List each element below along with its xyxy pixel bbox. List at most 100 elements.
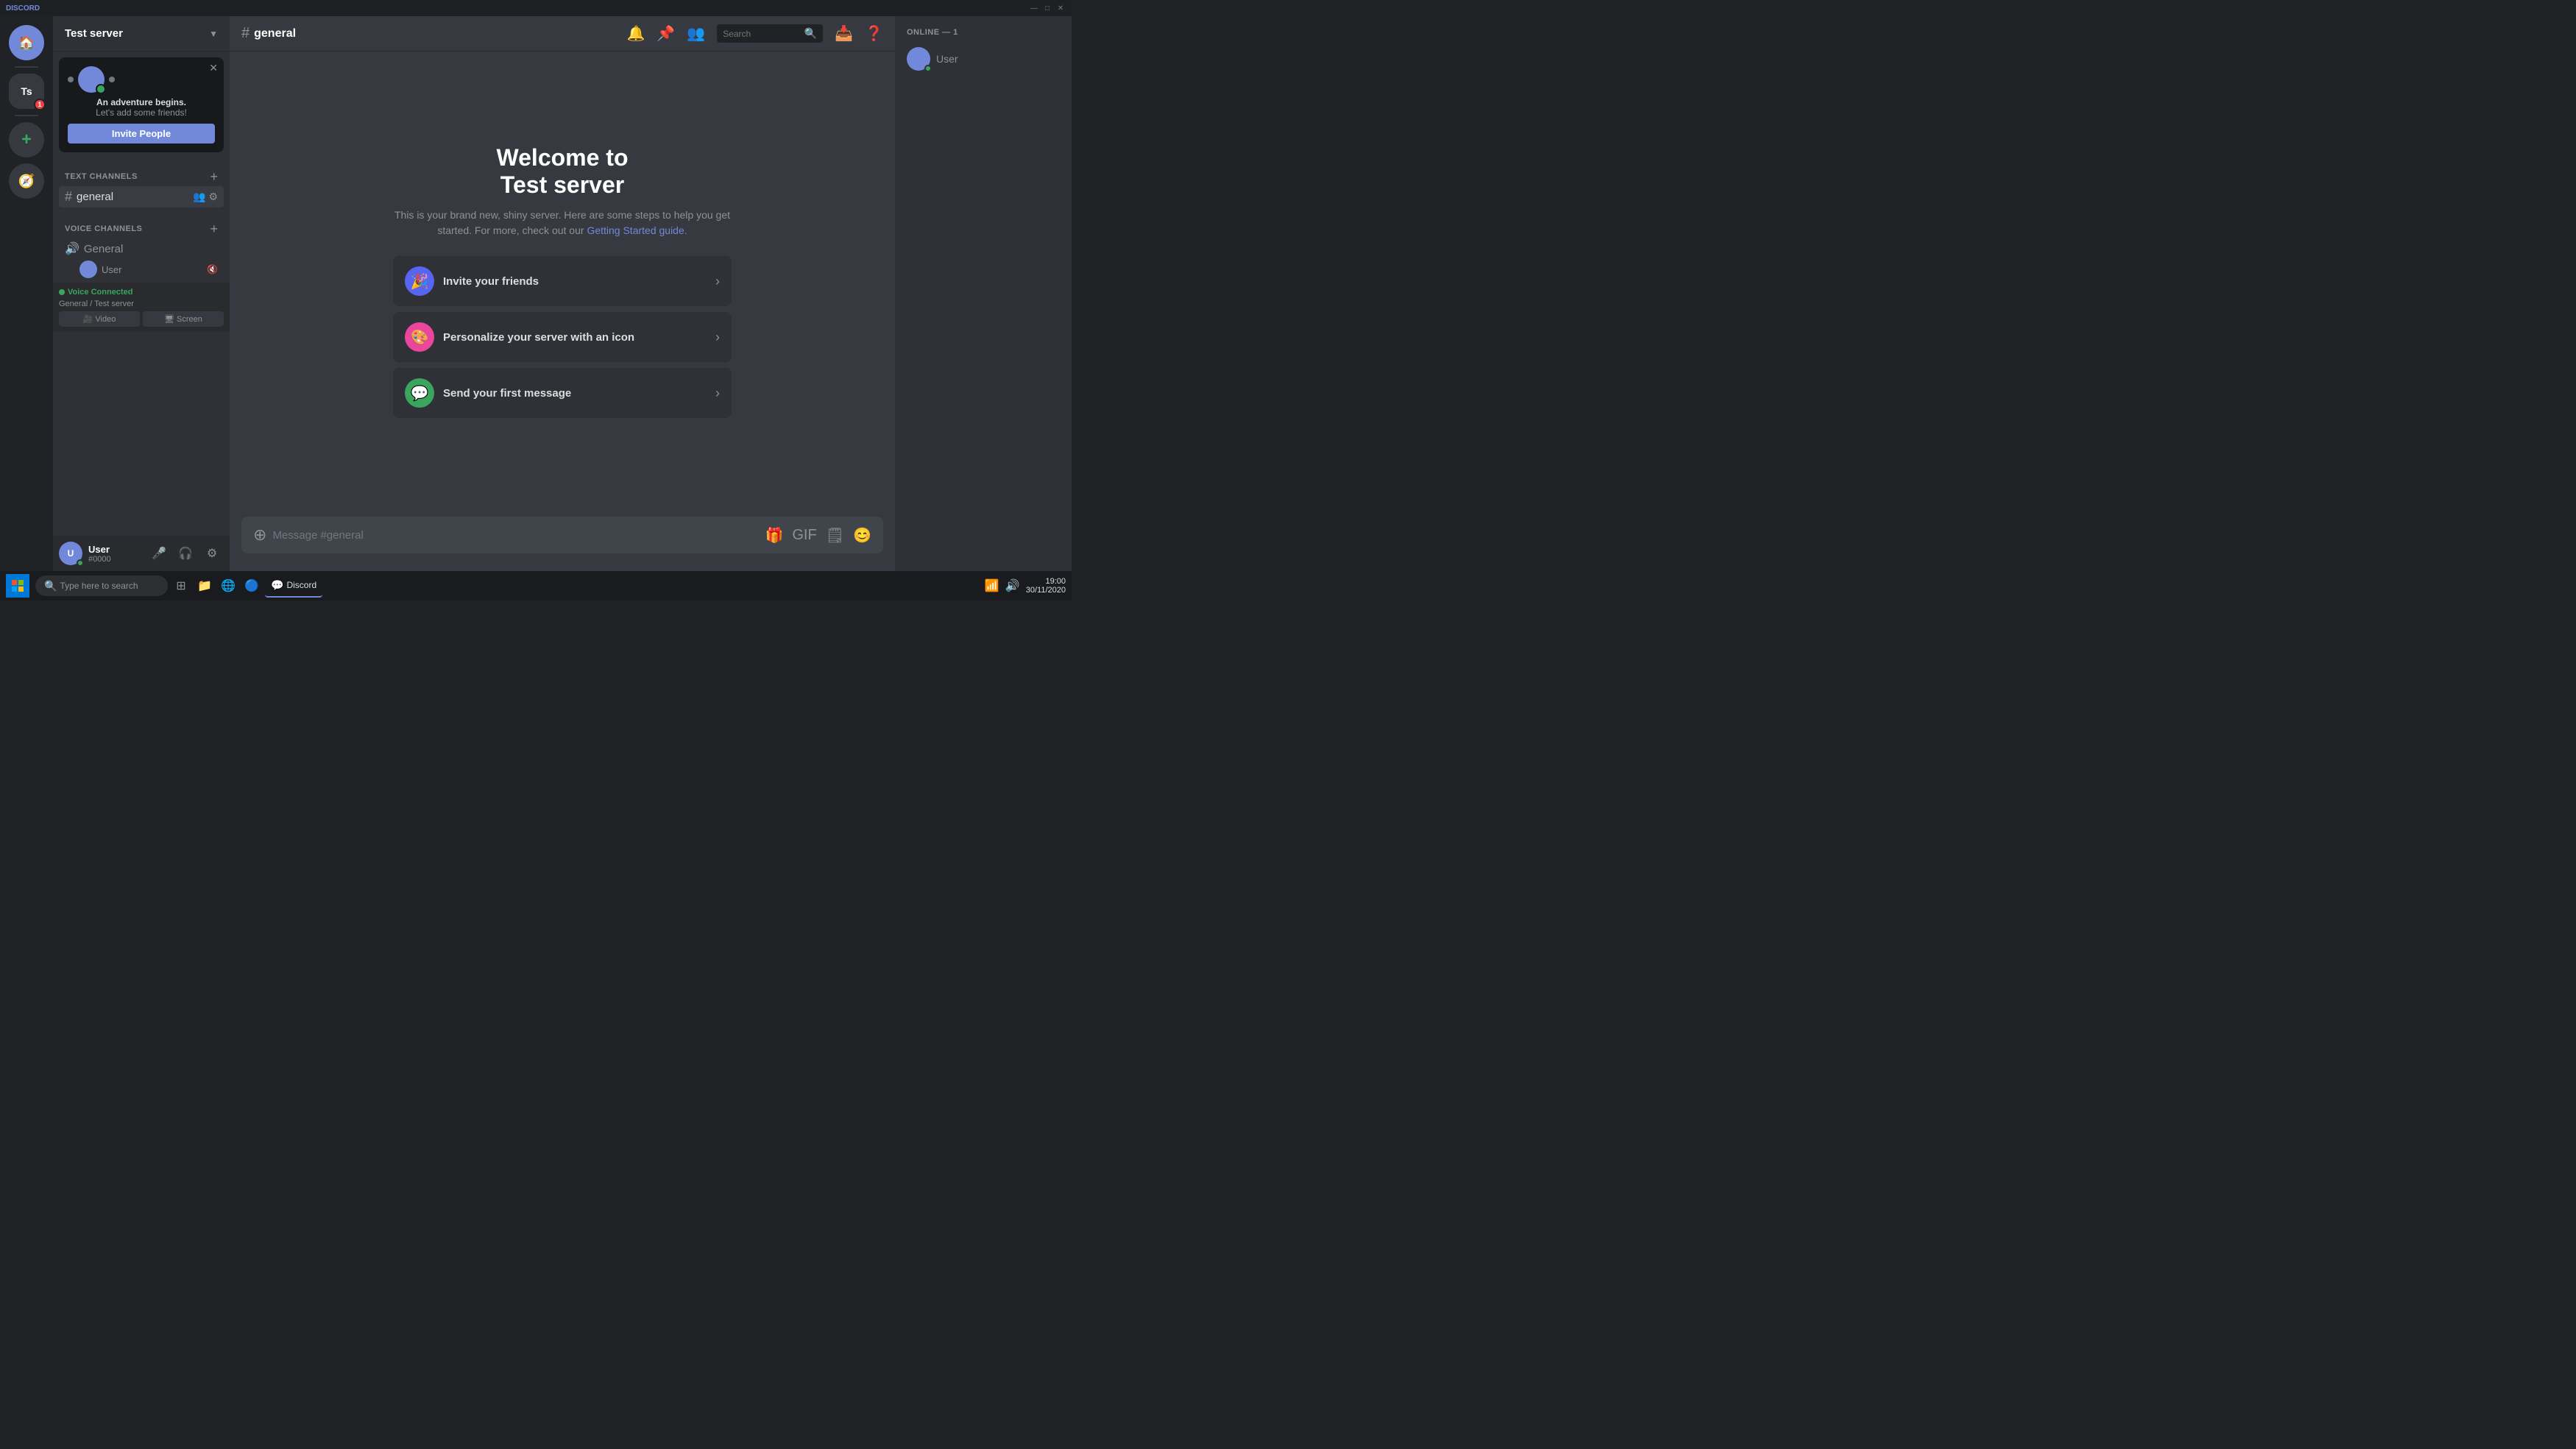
home-server-icon[interactable]: 🏠 bbox=[9, 25, 44, 60]
edge-button[interactable]: 🌐 bbox=[218, 575, 238, 596]
server-separator-2 bbox=[15, 115, 38, 116]
chevron-right-icon-3: › bbox=[715, 386, 720, 401]
start-button[interactable] bbox=[6, 574, 29, 598]
personalize-icon-text: Personalize your server with an icon bbox=[443, 331, 707, 344]
gift-icon[interactable]: 🎁 bbox=[765, 526, 783, 545]
chrome-button[interactable]: 🔵 bbox=[241, 575, 262, 596]
screen-button[interactable]: 🖥 Screen bbox=[143, 311, 224, 327]
volume-icon: 🔊 bbox=[1005, 578, 1020, 593]
settings-gear-icon: ⚙ bbox=[207, 546, 217, 561]
online-members-title: ONLINE — 1 bbox=[901, 28, 1066, 37]
add-voice-channel-button[interactable]: + bbox=[210, 222, 218, 235]
popup-dot-right bbox=[109, 77, 115, 82]
add-text-channel-button[interactable]: + bbox=[210, 170, 218, 183]
members-sidebar: ONLINE — 1 User bbox=[895, 16, 1072, 571]
discord-taskbar-icon: 💬 bbox=[271, 579, 283, 592]
notification-bell-icon[interactable]: 🔔 bbox=[626, 24, 645, 43]
text-channels-section: TEXT CHANNELS + # general 👥 ⚙ bbox=[53, 158, 230, 210]
user-avatar-initials: U bbox=[68, 548, 74, 559]
popup-subtitle: Let's add some friends! bbox=[96, 107, 187, 118]
app-body: 🏠 Ts 1 + 🧭 Test server ▼ ✕ bbox=[0, 16, 1072, 571]
voice-connected-dot bbox=[59, 289, 65, 295]
server-dropdown-icon: ▼ bbox=[209, 29, 218, 39]
popup-icons bbox=[68, 66, 215, 93]
chevron-right-icon: › bbox=[715, 274, 720, 289]
taskbar-date-display: 30/11/2020 bbox=[1026, 586, 1066, 595]
file-explorer-button[interactable]: 📁 bbox=[194, 575, 215, 596]
user-panel: U User #0000 🎤 🎧 ⚙ bbox=[53, 536, 230, 571]
message-input[interactable] bbox=[272, 520, 759, 550]
video-button[interactable]: 🎥 Video bbox=[59, 311, 140, 327]
add-server-button[interactable]: + bbox=[9, 122, 44, 157]
close-button[interactable]: ✕ bbox=[1055, 3, 1066, 13]
gif-icon[interactable]: GIF bbox=[792, 527, 816, 544]
invite-friends-card[interactable]: 🎉 Invite your friends › bbox=[393, 256, 732, 306]
explore-servers-button[interactable]: 🧭 bbox=[9, 163, 44, 199]
voice-channels-label: VOICE CHANNELS bbox=[65, 224, 142, 233]
taskbar: 🔍 Type here to search ⊞ 📁 🌐 🔵 💬 Discord … bbox=[0, 571, 1072, 600]
voice-member-avatar bbox=[79, 261, 97, 278]
discord-taskbar-item[interactable]: 💬 Discord bbox=[265, 574, 322, 598]
maximize-button[interactable]: □ bbox=[1042, 3, 1052, 13]
voice-connected-text: Voice Connected bbox=[68, 288, 132, 297]
member-item[interactable]: User bbox=[901, 43, 1066, 75]
members-icon[interactable]: 👥 bbox=[687, 24, 705, 43]
server-header[interactable]: Test server ▼ bbox=[53, 16, 230, 52]
edge-icon: 🌐 bbox=[221, 578, 236, 593]
title-bar-left: DISCORD bbox=[6, 4, 40, 13]
taskbar-search-icon: 🔍 bbox=[44, 580, 57, 592]
voice-member-item[interactable]: User 🔇 bbox=[59, 259, 224, 280]
personalize-icon-card[interactable]: 🎨 Personalize your server with an icon › bbox=[393, 312, 732, 362]
title-bar: DISCORD — □ ✕ bbox=[0, 0, 1072, 16]
test-server-icon[interactable]: Ts 1 bbox=[9, 74, 44, 109]
task-view-button[interactable]: ⊞ bbox=[171, 575, 191, 596]
channel-item-general[interactable]: # general 👥 ⚙ bbox=[59, 186, 224, 208]
title-bar-controls[interactable]: — □ ✕ bbox=[1029, 3, 1066, 13]
popup-close-button[interactable]: ✕ bbox=[209, 62, 218, 74]
folder-icon: 📁 bbox=[197, 578, 212, 593]
send-message-icon: 💬 bbox=[405, 378, 434, 408]
add-user-icon[interactable]: 👥 bbox=[193, 191, 205, 203]
voice-channel-general[interactable]: 🔊 General bbox=[59, 238, 224, 259]
search-icon: 🔍 bbox=[804, 27, 817, 40]
invite-people-button[interactable]: Invite People bbox=[68, 124, 215, 144]
settings-icon[interactable]: ⚙ bbox=[208, 191, 218, 203]
app-logo: DISCORD bbox=[6, 4, 40, 13]
channel-hash-icon: # bbox=[241, 25, 250, 42]
attach-button[interactable]: ⊕ bbox=[253, 517, 266, 553]
emoji-icon[interactable]: 😊 bbox=[853, 526, 871, 545]
pin-icon[interactable]: 📌 bbox=[657, 24, 675, 43]
getting-started-link[interactable]: Getting Started guide. bbox=[587, 224, 687, 236]
text-channels-label: TEXT CHANNELS bbox=[65, 172, 138, 181]
notification-popup: ✕ An adventure begins. Let's add some fr… bbox=[59, 57, 224, 152]
taskbar-search-placeholder: Type here to search bbox=[60, 581, 138, 591]
popup-dot-left bbox=[68, 77, 74, 82]
sticker-icon[interactable]: 🗒 bbox=[826, 526, 844, 545]
welcome-title: Welcome to Test server bbox=[393, 144, 732, 199]
taskbar-right: 📶 🔊 19:00 30/11/2020 bbox=[985, 577, 1066, 595]
help-icon[interactable]: ❓ bbox=[865, 24, 883, 43]
minimize-button[interactable]: — bbox=[1029, 3, 1039, 13]
message-input-actions: 🎁 GIF 🗒 😊 bbox=[765, 526, 871, 545]
voice-controls: 🎥 Video 🖥 Screen bbox=[59, 311, 224, 327]
inbox-icon[interactable]: 📥 bbox=[835, 24, 853, 43]
mute-button[interactable]: 🎤 bbox=[147, 542, 171, 565]
server-list: 🏠 Ts 1 + 🧭 bbox=[0, 16, 53, 571]
screen-icon: 🖥 bbox=[164, 314, 174, 324]
user-avatar: U bbox=[59, 542, 82, 565]
search-input[interactable] bbox=[723, 29, 802, 39]
voice-connected-status: Voice Connected bbox=[59, 288, 224, 297]
voice-location: General / Test server bbox=[59, 300, 224, 308]
deafen-button[interactable]: 🎧 bbox=[174, 542, 197, 565]
taskbar-search-bar[interactable]: 🔍 Type here to search bbox=[35, 575, 168, 596]
voice-channel-name: General bbox=[84, 243, 218, 255]
voice-mute-icon: 🔇 bbox=[207, 264, 218, 274]
welcome-server-name: Test server bbox=[500, 171, 624, 198]
user-settings-button[interactable]: ⚙ bbox=[200, 542, 224, 565]
network-icon: 📶 bbox=[985, 578, 999, 593]
channel-name-header: general bbox=[254, 27, 296, 40]
invite-friends-text: Invite your friends bbox=[443, 275, 707, 288]
send-message-card[interactable]: 💬 Send your first message › bbox=[393, 368, 732, 418]
invite-friends-icon: 🎉 bbox=[405, 266, 434, 296]
search-bar[interactable]: 🔍 bbox=[717, 24, 823, 43]
